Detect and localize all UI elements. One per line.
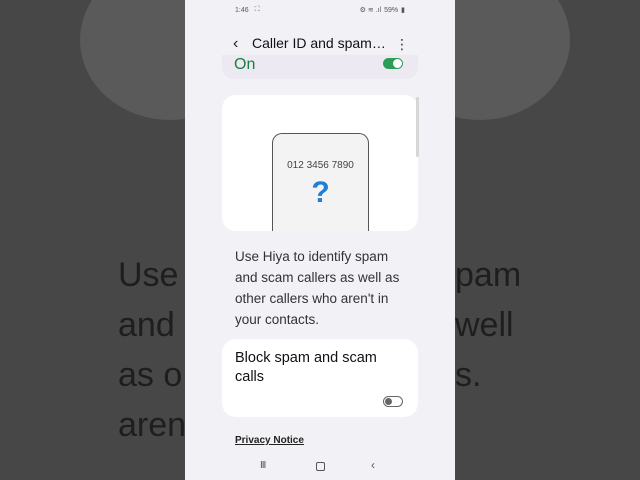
screenshot-icon: ⛶	[254, 6, 260, 13]
recents-icon[interactable]: III	[260, 460, 266, 471]
backdrop-line: s.	[455, 356, 482, 394]
status-bar: 1:46 ⛶ ⚙ ≋ .ıl 59% ▮	[185, 0, 455, 20]
illustration-number: 012 3456 7890	[287, 160, 354, 171]
app-header: ‹ Caller ID and spam… ⋮	[185, 30, 455, 58]
illustration-card: 012 3456 7890 ?	[222, 95, 418, 231]
backdrop-line: as o	[118, 356, 183, 394]
signal-icon: ⚙ ≋ .ıl	[359, 7, 382, 14]
back-arrow-icon[interactable]: ‹	[233, 34, 247, 54]
more-options-icon[interactable]: ⋮	[395, 34, 409, 54]
scroll-indicator	[416, 97, 419, 157]
home-icon[interactable]	[316, 462, 325, 471]
master-switch-label: On	[234, 56, 256, 73]
navigation-bar: III ‹	[185, 456, 455, 478]
description-text: Use Hiya to identify spam and scam calle…	[235, 249, 400, 327]
backdrop-line: well	[455, 306, 514, 344]
backdrop-text-right: pam well s.	[455, 250, 521, 400]
backdrop-text-left: Use and as o aren	[118, 250, 186, 450]
master-switch-card[interactable]: On	[222, 55, 418, 79]
question-mark-icon: ?	[311, 176, 330, 209]
phone-illustration: 012 3456 7890 ?	[272, 133, 369, 231]
block-spam-toggle-switch[interactable]	[383, 396, 403, 407]
privacy-notice-link[interactable]: Privacy Notice	[235, 435, 304, 446]
backdrop-line: pam	[455, 256, 522, 294]
status-left: 1:46 ⛶	[235, 6, 260, 14]
block-spam-card[interactable]: Block spam and scam calls	[222, 339, 418, 417]
status-time: 1:46	[235, 6, 249, 14]
battery-icon: ▮	[401, 7, 405, 14]
battery-level: 59%	[384, 6, 399, 14]
status-right: ⚙ ≋ .ıl 59% ▮	[359, 6, 405, 15]
backdrop-line: aren	[118, 406, 187, 444]
backdrop-line: and	[118, 306, 175, 344]
page-title: Caller ID and spam…	[252, 35, 386, 51]
master-toggle-switch[interactable]	[383, 58, 403, 69]
phone-screen: 1:46 ⛶ ⚙ ≋ .ıl 59% ▮ ‹ Caller ID and spa…	[185, 0, 455, 480]
block-spam-label: Block spam and scam calls	[235, 350, 377, 385]
nav-back-icon[interactable]: ‹	[371, 458, 375, 472]
backdrop-line: Use	[118, 256, 179, 294]
